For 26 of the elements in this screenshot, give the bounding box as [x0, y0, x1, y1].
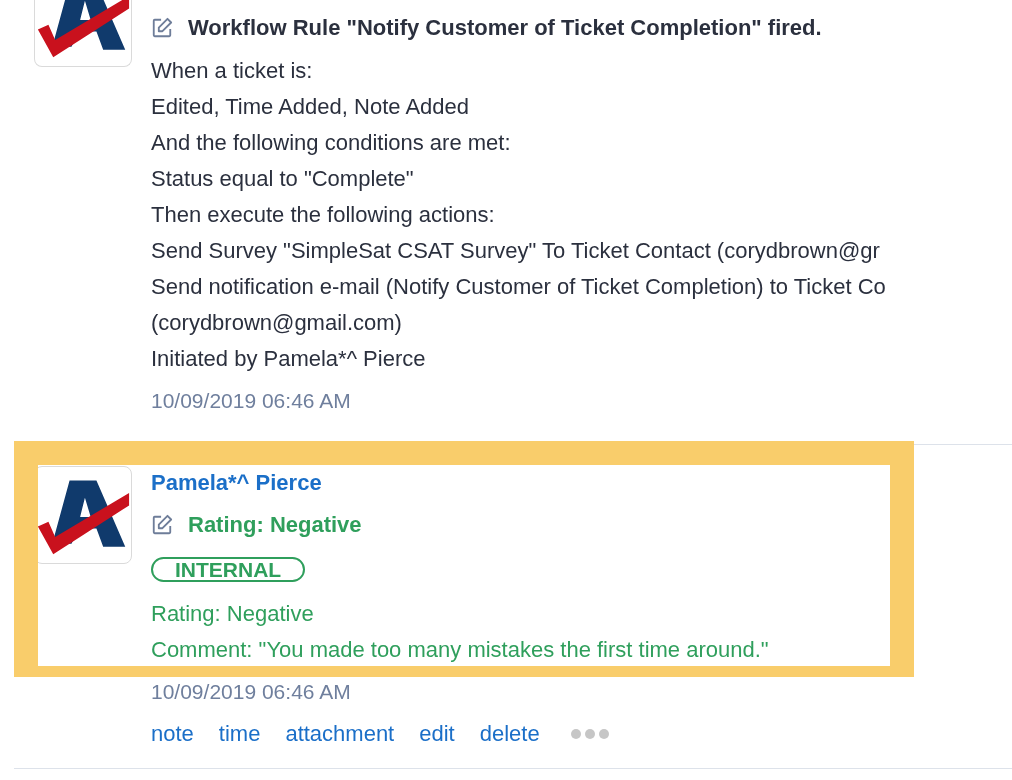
body-text: Then execute the following actions:	[151, 201, 495, 229]
body-text: (corydbrown@gmail.com)	[151, 309, 402, 337]
author-link[interactable]: Pamela*^ Pierce	[151, 466, 322, 500]
body-text: Send Survey "SimpleSat CSAT Survey" To Ticket Contact (corydbrown@gr	[151, 237, 880, 265]
body-text: Initiated by Pamela*^ Pierce	[151, 345, 426, 373]
entry-title: Workflow Rule "Notify Customer of Ticket Completion" fired.	[188, 15, 822, 41]
body-text: Edited, Time Added, Note Added	[151, 93, 469, 121]
edit-icon	[151, 17, 173, 39]
action-link[interactable]: note	[151, 721, 194, 747]
action-link[interactable]: edit	[419, 721, 455, 747]
timestamp: 10/09/2019 06:46 AM	[151, 679, 351, 705]
logo-avatar-icon	[34, 0, 132, 67]
body-text: Comment: "You made too many mistakes the first time around."	[151, 636, 769, 664]
action-link[interactable]: attachment	[285, 721, 395, 747]
body-text: When a ticket is:	[151, 57, 313, 85]
more-icon[interactable]	[570, 729, 609, 739]
body-text: Send notification e-mail (Notify Customer of Ticket Completion) to Ticket Co	[151, 273, 886, 301]
body-text: Status equal to "Complete"	[151, 165, 414, 193]
body-text: And the following conditions are met:	[151, 129, 511, 157]
action-link[interactable]: time	[218, 721, 261, 747]
entry-title: Rating: Negative	[188, 512, 362, 538]
action-link[interactable]: delete	[479, 721, 540, 747]
internal-badge: INTERNAL	[151, 557, 306, 582]
edit-icon	[151, 514, 173, 536]
body-text: Rating: Negative	[151, 600, 314, 628]
timestamp: 10/09/2019 06:46 AM	[151, 388, 351, 414]
